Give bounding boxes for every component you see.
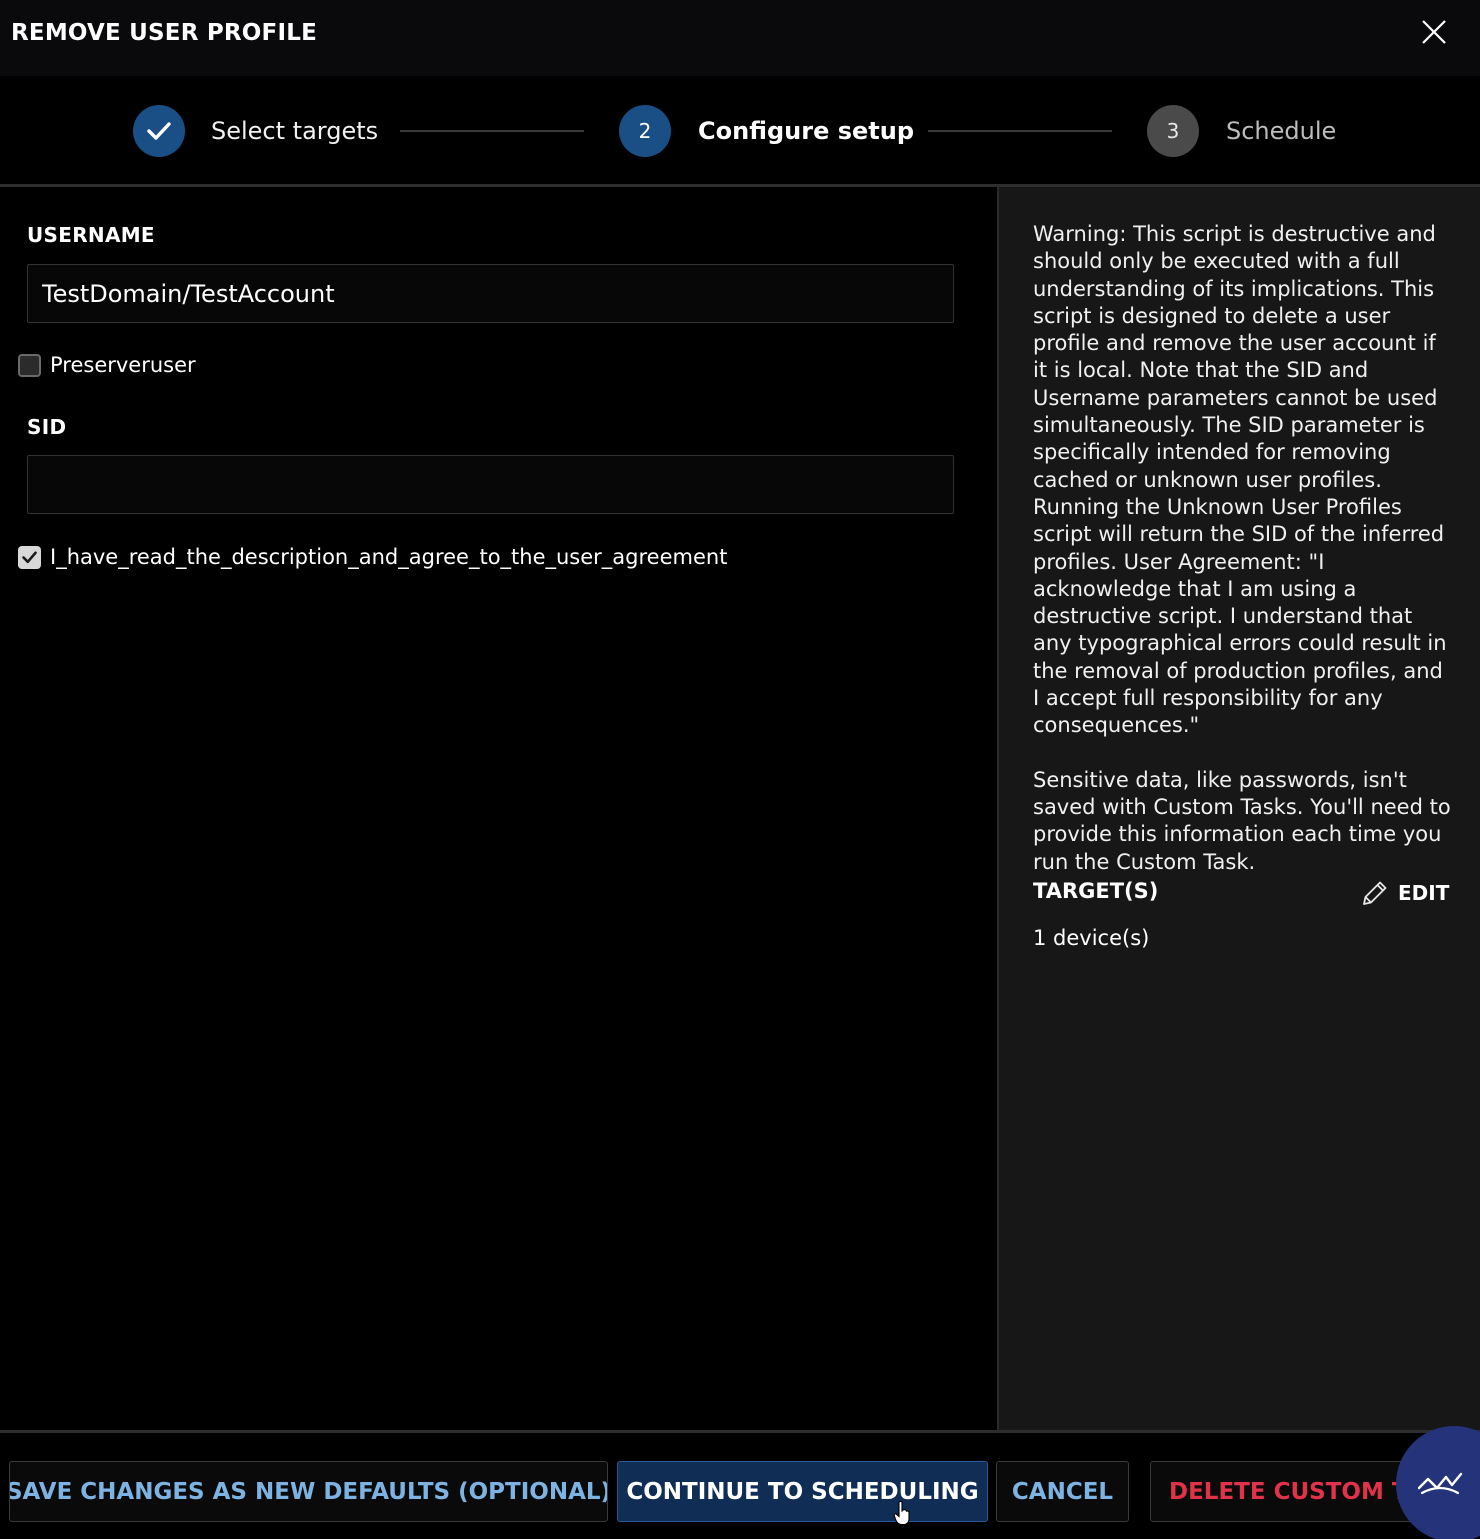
save-defaults-button[interactable]: SAVE CHANGES AS NEW DEFAULTS (OPTIONAL) — [9, 1461, 608, 1522]
step-3-indicator: 3 — [1147, 105, 1199, 157]
check-icon — [147, 122, 171, 140]
preserveruser-checkbox[interactable] — [18, 353, 41, 377]
sid-input[interactable] — [27, 455, 954, 514]
step-1-label[interactable]: Select targets — [211, 115, 378, 147]
dialog-title: REMOVE USER PROFILE — [11, 20, 317, 46]
agreement-label: I_have_read_the_description_and_agree_to… — [50, 545, 728, 569]
step-2-indicator: 2 — [619, 105, 671, 157]
agreement-checkbox[interactable] — [18, 545, 41, 569]
close-icon — [1422, 20, 1446, 44]
step-connector-1 — [400, 130, 584, 132]
pencil-icon — [1363, 881, 1387, 905]
wizard-stepper: Select targets 2 Configure setup 3 Sched… — [0, 76, 1480, 184]
targets-heading: TARGET(S) — [1033, 879, 1159, 903]
step-2-label: Configure setup — [698, 117, 915, 145]
sid-label: SID — [27, 415, 67, 439]
agreement-checkbox-row[interactable]: I_have_read_the_description_and_agree_to… — [18, 544, 727, 570]
close-button[interactable] — [1414, 14, 1454, 54]
step-3-label: Schedule — [1226, 117, 1337, 145]
targets-count: 1 device(s) — [1033, 926, 1150, 950]
script-description: Warning: This script is destructive and … — [1033, 221, 1453, 876]
edit-targets-button[interactable]: EDIT — [1360, 878, 1449, 908]
continue-to-scheduling-button[interactable]: CONTINUE TO SCHEDULING — [617, 1461, 988, 1522]
username-label: USERNAME — [27, 223, 155, 247]
step-connector-2 — [928, 130, 1112, 132]
step-1-indicator — [133, 105, 185, 157]
cancel-button[interactable]: CANCEL — [996, 1461, 1129, 1522]
edit-label: EDIT — [1398, 881, 1450, 905]
username-input[interactable] — [27, 264, 954, 323]
dialog-footer: SAVE CHANGES AS NEW DEFAULTS (OPTIONAL) … — [0, 1434, 1480, 1539]
sensitive-data-note: Sensitive data, like passwords, isn't sa… — [1033, 767, 1451, 874]
preserveruser-checkbox-row[interactable]: Preserveruser — [18, 352, 196, 378]
preserveruser-label: Preserveruser — [50, 353, 196, 377]
dialog-header: REMOVE USER PROFILE — [0, 0, 1480, 76]
check-icon — [22, 550, 37, 563]
warning-text: Warning: This script is destructive and … — [1033, 222, 1447, 738]
footer-divider — [0, 1430, 1480, 1433]
assistant-logo-icon — [1417, 1472, 1463, 1495]
